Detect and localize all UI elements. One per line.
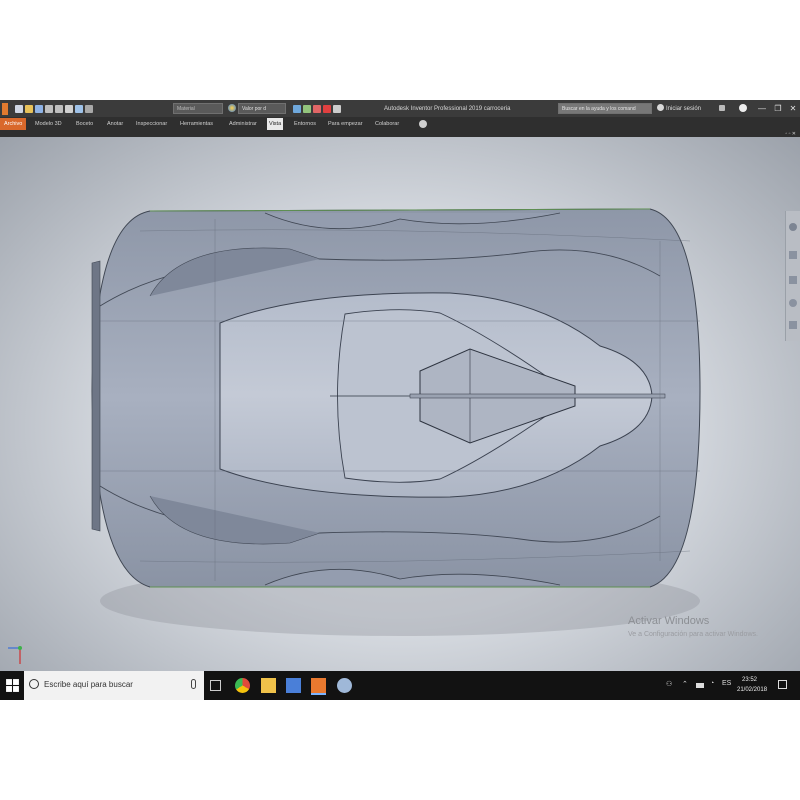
navigation-bar: [785, 211, 800, 341]
new-file-icon[interactable]: [15, 104, 23, 113]
tab-entornos[interactable]: Entornos: [292, 118, 318, 130]
pan-hand-icon[interactable]: [789, 251, 797, 259]
close-button[interactable]: ✕: [785, 100, 800, 117]
action-center-icon[interactable]: [778, 680, 787, 689]
tab-anotar[interactable]: Anotar: [105, 118, 125, 130]
activate-windows-subtitle: Ve a Configuración para activar Windows.: [628, 631, 758, 638]
windows-taskbar: Escribe aquí para buscar ⚇ ⌃ ◔ ES 23:52 …: [0, 671, 800, 700]
look-at-icon[interactable]: [789, 321, 797, 329]
ribbon-tab-bar: Archivo Modelo 3D Boceto Anotar Inspecci…: [0, 117, 800, 131]
material-dropdown[interactable]: Material: [173, 103, 223, 114]
sign-in-button[interactable]: Iniciar sesión: [666, 100, 701, 117]
taskbar-search-input[interactable]: Escribe aquí para buscar: [24, 671, 204, 700]
save-icon[interactable]: [35, 104, 43, 113]
steering-wheel-icon[interactable]: [789, 223, 797, 231]
appearance-dropdown[interactable]: Valor por d: [238, 103, 286, 114]
tray-chevron-icon[interactable]: ⌃: [682, 680, 688, 688]
home-icon[interactable]: [65, 104, 73, 113]
clear-override-icon[interactable]: [303, 104, 311, 113]
rear-bumper: [91, 260, 101, 532]
tab-inspeccionar[interactable]: Inspeccionar: [134, 118, 169, 130]
language-indicator[interactable]: ES: [722, 680, 731, 687]
cortana-icon: [29, 679, 39, 689]
task-view-icon[interactable]: [210, 680, 221, 691]
screen: Material Valor por d Autodesk Inventor P…: [0, 100, 800, 700]
taskbar-date[interactable]: 21/02/2018: [737, 687, 767, 693]
axis-triad-icon: [8, 646, 22, 664]
qat-customize-icon[interactable]: [333, 104, 341, 113]
graphics-viewport[interactable]: ▫ ▫ ✕ Activar Windows Ve a Configuración…: [0, 131, 800, 671]
store-icon[interactable]: [286, 678, 301, 693]
redo-icon[interactable]: [55, 104, 63, 113]
adjust-icon[interactable]: [293, 104, 301, 113]
restore-button[interactable]: ❐: [770, 100, 786, 117]
tab-herramientas[interactable]: Herramientas: [178, 118, 215, 130]
zoom-icon[interactable]: [789, 276, 797, 284]
center-ridge: [409, 393, 666, 399]
appearance-icon: [228, 104, 236, 112]
help-icon[interactable]: [739, 104, 747, 112]
people-icon[interactable]: ⚇: [666, 680, 672, 688]
taskbar-time[interactable]: 23:52: [742, 677, 757, 683]
file-explorer-icon[interactable]: [261, 678, 276, 693]
update-icon[interactable]: [323, 104, 331, 113]
qat-extra-tools: [292, 100, 342, 117]
open-folder-icon[interactable]: [25, 104, 33, 113]
tab-vista[interactable]: Vista: [267, 118, 284, 130]
ribbon-options-icon[interactable]: [419, 120, 427, 128]
taskbar-search-placeholder: Escribe aquí para buscar: [44, 680, 133, 689]
tab-modelo-3d[interactable]: Modelo 3D: [33, 118, 64, 130]
orbit-icon[interactable]: [789, 299, 797, 307]
inventor-app-icon[interactable]: [2, 100, 8, 117]
user-icon: [657, 104, 664, 111]
tab-archivo[interactable]: Archivo: [0, 118, 27, 130]
measure-icon[interactable]: [313, 104, 321, 113]
window-title: Autodesk Inventor Professional 2019 carr…: [384, 105, 511, 112]
minimize-button[interactable]: —: [754, 100, 770, 117]
chrome-icon[interactable]: [235, 678, 250, 693]
tab-colaborar[interactable]: Colaborar: [373, 118, 401, 130]
properties-icon[interactable]: [85, 104, 93, 113]
microphone-icon[interactable]: [191, 679, 196, 689]
windows-start-icon[interactable]: [5, 678, 20, 693]
tab-administrar[interactable]: Administrar: [227, 118, 259, 130]
title-bar: Material Valor por d Autodesk Inventor P…: [0, 100, 800, 117]
undo-icon[interactable]: [45, 104, 53, 113]
exchange-icon[interactable]: [719, 105, 725, 111]
vpn-app-icon[interactable]: [337, 678, 352, 693]
battery-icon[interactable]: [696, 683, 704, 688]
network-icon[interactable]: ◔: [710, 680, 714, 687]
help-search-input[interactable]: Buscar en la ayuda y los comand: [558, 103, 652, 114]
tab-para-empezar[interactable]: Para empezar: [326, 118, 365, 130]
select-icon[interactable]: [75, 104, 83, 113]
tab-boceto[interactable]: Boceto: [74, 118, 95, 130]
activate-windows-title: Activar Windows: [628, 615, 710, 627]
quick-access-toolbar: [14, 100, 94, 117]
car-body-model[interactable]: [0, 131, 800, 671]
inventor-taskbar-icon[interactable]: [311, 678, 326, 695]
